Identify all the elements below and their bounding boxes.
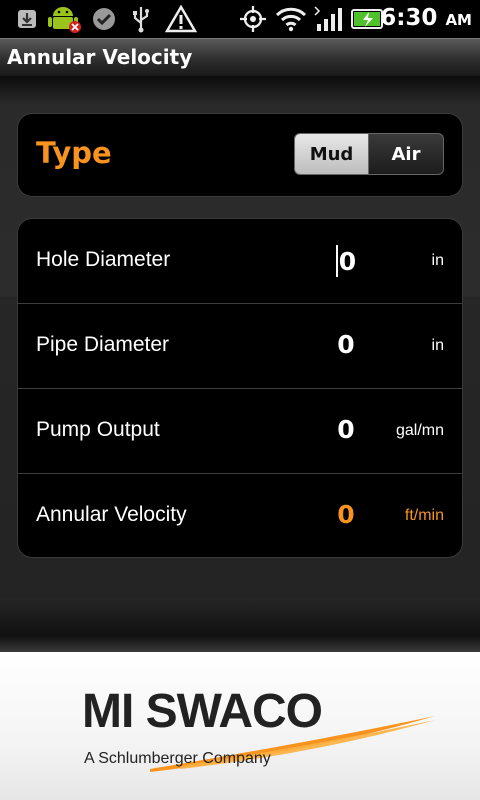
pipe-diameter-label: Pipe Diameter bbox=[36, 333, 170, 356]
company-logo: MI SWACO bbox=[82, 685, 323, 738]
type-label: Type bbox=[36, 136, 112, 170]
text-cursor bbox=[335, 245, 338, 277]
pump-output-unit: gal/mn bbox=[395, 422, 444, 439]
gps-icon bbox=[238, 4, 268, 34]
type-panel: Type Mud Air bbox=[18, 114, 462, 196]
hole-diameter-unit: in bbox=[431, 252, 444, 269]
pipe-diameter-input[interactable]: 0 bbox=[318, 330, 374, 359]
clock: 6:30 AM bbox=[380, 5, 472, 31]
signal-icon bbox=[313, 4, 345, 34]
company-tagline: A Schlumberger Company bbox=[84, 750, 271, 767]
pump-output-row[interactable]: Pump Output 0 gal/mn bbox=[18, 388, 462, 473]
title-bar: Annular Velocity bbox=[0, 38, 480, 76]
annular-velocity-result: 0 bbox=[337, 500, 355, 529]
download-icon bbox=[14, 4, 40, 34]
app-title: Annular Velocity bbox=[7, 45, 193, 69]
usb-icon bbox=[127, 4, 155, 34]
annular-velocity-row: Annular Velocity 0 ft/min bbox=[18, 473, 462, 558]
hole-diameter-input[interactable]: 0 bbox=[318, 245, 374, 277]
status-bar: 6:30 AM bbox=[0, 0, 480, 38]
hole-diameter-label: Hole Diameter bbox=[36, 248, 171, 271]
separator-strip bbox=[0, 598, 480, 652]
annular-velocity-label: Annular Velocity bbox=[36, 503, 187, 526]
hole-diameter-row[interactable]: Hole Diameter 0 in bbox=[18, 219, 462, 304]
pump-output-input[interactable]: 0 bbox=[318, 415, 374, 444]
annular-velocity-unit: ft/min bbox=[404, 507, 444, 524]
pump-output-label: Pump Output bbox=[36, 418, 160, 441]
wifi-icon bbox=[275, 4, 307, 34]
check-icon bbox=[90, 4, 118, 34]
mud-toggle-button[interactable]: Mud bbox=[294, 133, 369, 175]
fields-panel: Hole Diameter 0 in Pipe Diameter 0 in Pu… bbox=[18, 219, 462, 557]
footer-logo-area: MI SWACO A Schlumberger Company bbox=[0, 652, 480, 800]
android-error-icon bbox=[46, 4, 84, 34]
pipe-diameter-unit: in bbox=[431, 337, 444, 354]
air-toggle-button[interactable]: Air bbox=[369, 133, 444, 175]
warning-icon bbox=[164, 4, 198, 34]
pipe-diameter-row[interactable]: Pipe Diameter 0 in bbox=[18, 303, 462, 388]
